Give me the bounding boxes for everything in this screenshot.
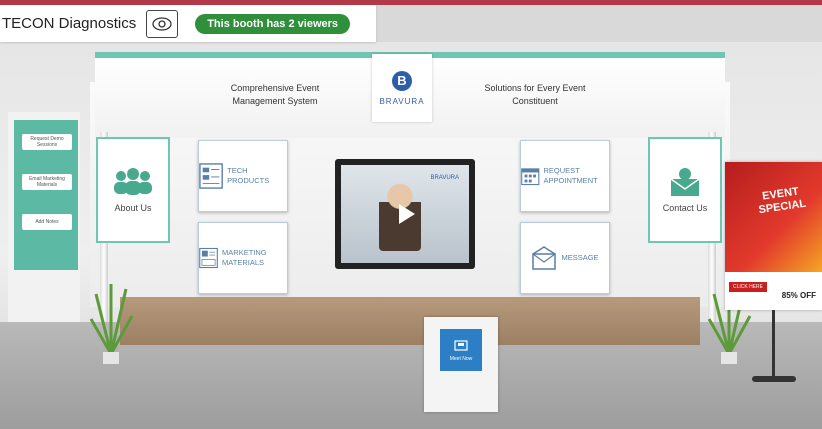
video-call-icon: [454, 340, 468, 351]
mail-icon: [670, 168, 700, 196]
video-screen: BRAVURA: [341, 165, 469, 263]
kiosk-panel: Request Demo Sessions Email Marketing Ma…: [14, 120, 78, 270]
video-player[interactable]: BRAVURA: [335, 159, 475, 269]
booth-stage: Comprehensive Event Management System So…: [0, 42, 822, 429]
products-label: Tech Products: [227, 166, 270, 185]
booth-header: TECON Diagnostics This booth has 2 viewe…: [0, 5, 376, 42]
poster-stand: [772, 310, 775, 380]
poster-discount: 85% OFF: [781, 291, 816, 300]
calendar-icon: [521, 168, 540, 186]
kiosk-button-email[interactable]: Email Marketing Materials: [22, 174, 72, 190]
about-us-label: About Us: [114, 203, 152, 213]
bravura-logo: B BRAVURA: [372, 54, 432, 122]
request-appointment-button[interactable]: Request Appointment: [520, 140, 610, 212]
contact-us-button[interactable]: Contact Us: [648, 137, 722, 243]
poster-cta[interactable]: CLICK HERE: [729, 282, 768, 292]
kiosk-button-notes[interactable]: Add Notes: [22, 214, 72, 230]
poster-banner: [725, 162, 822, 272]
eye-icon[interactable]: [146, 9, 179, 38]
meet-now-label: Meet Now: [449, 356, 473, 362]
wood-floor: [120, 297, 700, 345]
play-icon[interactable]: [399, 204, 415, 224]
plant-left: [89, 284, 134, 364]
meet-now-button[interactable]: Meet Now: [440, 329, 482, 371]
envelope-icon: [532, 246, 557, 270]
people-icon: [114, 168, 152, 195]
marketing-materials-button[interactable]: Marketing Materials: [198, 222, 288, 294]
logo-mark: B: [392, 70, 412, 91]
message-label: Message: [561, 253, 599, 262]
about-us-button[interactable]: About Us: [96, 137, 170, 243]
contact-us-label: Contact Us: [662, 203, 708, 213]
logo-name: BRAVURA: [379, 96, 425, 106]
request-appointment-label: Request Appointment: [543, 166, 598, 185]
marketing-label: Marketing Materials: [222, 248, 267, 267]
header-right-text: Solutions for Every Event Constituent: [484, 83, 586, 106]
poster-stand-base: [752, 376, 796, 382]
document-icon: [199, 163, 223, 189]
kiosk-button-demo[interactable]: Request Demo Sessions: [22, 134, 72, 150]
video-brand: BRAVURA: [430, 175, 459, 181]
brochure-icon: [199, 247, 218, 269]
event-special-poster[interactable]: EVENT SPECIAL CLICK HERE 85% OFF: [725, 162, 822, 310]
message-button[interactable]: Message: [520, 222, 610, 294]
viewers-badge: This booth has 2 viewers: [195, 13, 351, 34]
products-button[interactable]: Tech Products: [198, 140, 288, 212]
header-left-text: Comprehensive Event Management System: [230, 83, 320, 106]
booth-title: TECON Diagnostics: [2, 15, 137, 32]
left-kiosk: Request Demo Sessions Email Marketing Ma…: [8, 112, 80, 322]
meet-now-counter[interactable]: Meet Now: [424, 317, 498, 412]
